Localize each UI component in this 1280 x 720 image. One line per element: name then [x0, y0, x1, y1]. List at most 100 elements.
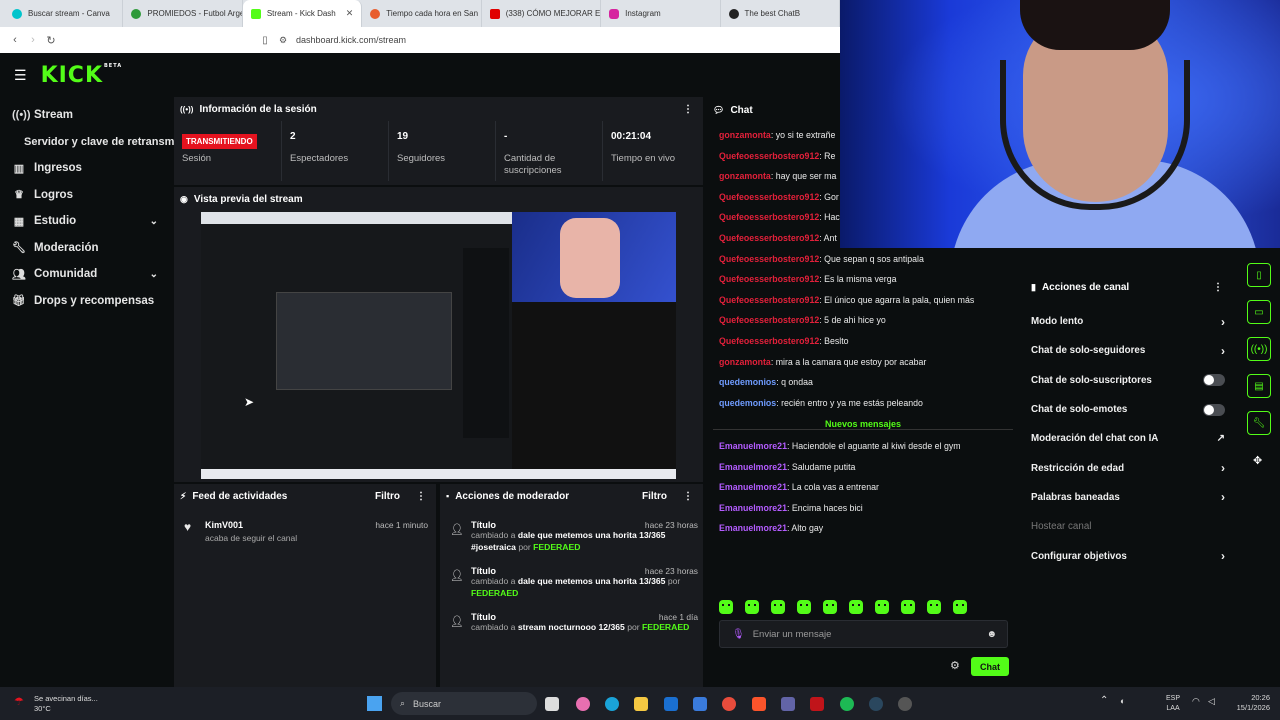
chat-username[interactable]: Quefeoesserbostero912 — [719, 212, 819, 222]
chat-username[interactable]: Emanuelmore21 — [719, 503, 787, 513]
banned-words-action[interactable]: Palabras baneadas › — [1022, 483, 1237, 512]
sidebar-item-ingresos[interactable]: ▥ Ingresos — [0, 155, 172, 182]
emote-icon[interactable] — [901, 600, 915, 614]
site-info-icon[interactable]: ⚙ — [274, 35, 292, 46]
teams-icon[interactable] — [781, 697, 795, 711]
filter-button[interactable]: Filtro — [642, 491, 667, 502]
more-options-icon[interactable]: ⋮ — [416, 491, 426, 502]
microphone-icon[interactable]: 🎙︎ — [732, 629, 745, 640]
taskbar-search[interactable]: ⌕ Buscar — [391, 692, 537, 715]
feed-user[interactable]: KimV001 — [205, 520, 243, 530]
browser-tab[interactable]: PROMIEDOS - Futbol Arge — [123, 0, 243, 27]
spotify-icon[interactable] — [840, 697, 854, 711]
wrench-icon[interactable]: 🔧︎ — [1247, 411, 1271, 435]
sidebar-item-comunidad[interactable]: 👥︎ Comunidad ⌄ — [0, 261, 172, 288]
browser-tab[interactable]: (338) CÓMO MEJORAR EL — [482, 0, 602, 27]
url-field[interactable]: dashboard.kick.com/stream — [296, 35, 406, 45]
taskbar-clock[interactable]: 20:26 15/1/2026 — [1226, 693, 1270, 713]
sidebar-item-logros[interactable]: ♛ Logros — [0, 182, 172, 209]
chat-username[interactable]: Emanuelmore21 — [719, 523, 787, 533]
filter-button[interactable]: Filtro — [375, 491, 400, 502]
close-tab-icon[interactable]: ✕ — [346, 8, 354, 19]
volume-icon[interactable]: ◁ — [1208, 696, 1215, 707]
more-options-icon[interactable]: ⋮ — [683, 491, 693, 502]
chat-username[interactable]: gonzamonta — [719, 357, 771, 367]
copilot-icon[interactable] — [576, 697, 590, 711]
emote-icon[interactable] — [745, 600, 759, 614]
browser-tab[interactable]: Instagram — [601, 0, 721, 27]
steam-icon[interactable] — [869, 697, 883, 711]
age-restriction-action[interactable]: Restricción de edad › — [1022, 453, 1237, 482]
ai-moderation-action[interactable]: Moderación del chat con IA ↗ — [1022, 424, 1237, 453]
hamburger-menu-icon[interactable]: ☰ — [14, 67, 27, 84]
outlook-icon[interactable] — [664, 697, 678, 711]
wifi-icon[interactable]: ◠ — [1192, 696, 1200, 707]
bookmark-icon[interactable]: ▯ — [256, 35, 274, 46]
browser-tab[interactable]: The best ChatB — [721, 0, 840, 27]
weather-widget[interactable]: Se avecinan días... 30°C — [34, 694, 98, 714]
chat-message-input[interactable]: 🎙︎ Enviar un mensaje ☻ — [719, 620, 1008, 648]
layout-icon[interactable]: ▤ — [1247, 374, 1271, 398]
chat-username[interactable]: Quefeoesserbostero912 — [719, 233, 819, 243]
chat-username[interactable]: gonzamonta — [719, 171, 771, 181]
task-view-icon[interactable] — [545, 697, 559, 711]
chat-username[interactable]: Quefeoesserbostero912 — [719, 192, 819, 202]
sidebar-item-server-key[interactable]: Servidor y clave de retransm — [0, 129, 174, 156]
emotes-only-toggle[interactable] — [1203, 403, 1225, 416]
chat-username[interactable]: Quefeoesserbostero912 — [719, 254, 819, 264]
kick-logo[interactable]: KICKBETA — [41, 63, 123, 88]
chat-username[interactable]: Quefeoesserbostero912 — [719, 336, 819, 346]
emoji-picker-icon[interactable]: ☻ — [986, 629, 997, 640]
chrome-icon[interactable] — [722, 697, 736, 711]
network-icon[interactable]: ◐ — [1120, 696, 1125, 706]
chat-username[interactable]: Emanuelmore21 — [719, 462, 787, 472]
sidebar-item-moderacion[interactable]: 🔧︎ Moderación — [0, 235, 172, 262]
sidebar-item-drops[interactable]: 🎁︎ Drops y recompensas — [0, 288, 172, 315]
windows-start-icon[interactable] — [367, 696, 382, 711]
add-widget-icon[interactable]: ✥ — [1253, 454, 1262, 467]
browser-tab[interactable]: Tiempo cada hora en San — [362, 0, 482, 27]
stream-preview-video[interactable] — [201, 212, 676, 479]
chat-username[interactable]: gonzamonta — [719, 130, 771, 140]
followers-only-action[interactable]: Chat de solo-seguidores › — [1022, 336, 1237, 365]
edge-icon[interactable] — [605, 697, 619, 711]
emote-icon[interactable] — [719, 600, 733, 614]
chat-username[interactable]: Quefeoesserbostero912 — [719, 315, 819, 325]
chat-settings-icon[interactable]: ⚙ — [950, 659, 960, 672]
emote-icon[interactable] — [953, 600, 967, 614]
emote-icon[interactable] — [875, 600, 889, 614]
language-indicator[interactable]: ESP LAA — [1166, 694, 1180, 714]
emote-icon[interactable] — [927, 600, 941, 614]
forward-icon[interactable]: › — [24, 34, 42, 46]
brave-icon[interactable] — [752, 697, 766, 711]
sidebar-item-stream[interactable]: ((•)) Stream — [0, 102, 172, 129]
emote-icon[interactable] — [849, 600, 863, 614]
file-explorer-icon[interactable] — [634, 697, 648, 711]
more-options-icon[interactable]: ⋮ — [1213, 282, 1223, 293]
chat-username[interactable]: Emanuelmore21 — [719, 441, 787, 451]
emote-icon[interactable] — [823, 600, 837, 614]
configure-goals-action[interactable]: Configurar objetivos › — [1022, 541, 1237, 570]
browser-tab-active[interactable]: Stream - Kick Dash ✕ — [242, 0, 363, 27]
more-options-icon[interactable]: ⋮ — [683, 104, 693, 115]
slow-mode-action[interactable]: Modo lento › — [1022, 307, 1237, 336]
obs-icon[interactable] — [898, 697, 912, 711]
reload-icon[interactable]: ↻ — [42, 34, 60, 47]
chat-username[interactable]: quedemonios — [719, 398, 776, 408]
subscribers-only-toggle[interactable] — [1203, 374, 1225, 387]
back-icon[interactable]: ‹ — [6, 34, 24, 46]
chat-username[interactable]: Quefeoesserbostero912 — [719, 295, 819, 305]
send-chat-button[interactable]: Chat — [971, 657, 1009, 676]
phone-icon[interactable]: ▯ — [1247, 263, 1271, 287]
broadcast-icon[interactable]: ((•)) — [1247, 337, 1271, 361]
chat-icon[interactable]: ▭ — [1247, 300, 1271, 324]
emote-icon[interactable] — [771, 600, 785, 614]
browser-tab[interactable]: Buscar stream - Canva — [4, 0, 124, 27]
sidebar-item-estudio[interactable]: ▦ Estudio ⌄ — [0, 208, 172, 235]
chat-username[interactable]: Emanuelmore21 — [719, 482, 787, 492]
chat-username[interactable]: quedemonios — [719, 377, 776, 387]
chat-username[interactable]: Quefeoesserbostero912 — [719, 274, 819, 284]
chat-username[interactable]: Quefeoesserbostero912 — [719, 151, 819, 161]
tray-chevron-up-icon[interactable]: ⌃ — [1100, 695, 1108, 706]
store-icon[interactable] — [693, 697, 707, 711]
